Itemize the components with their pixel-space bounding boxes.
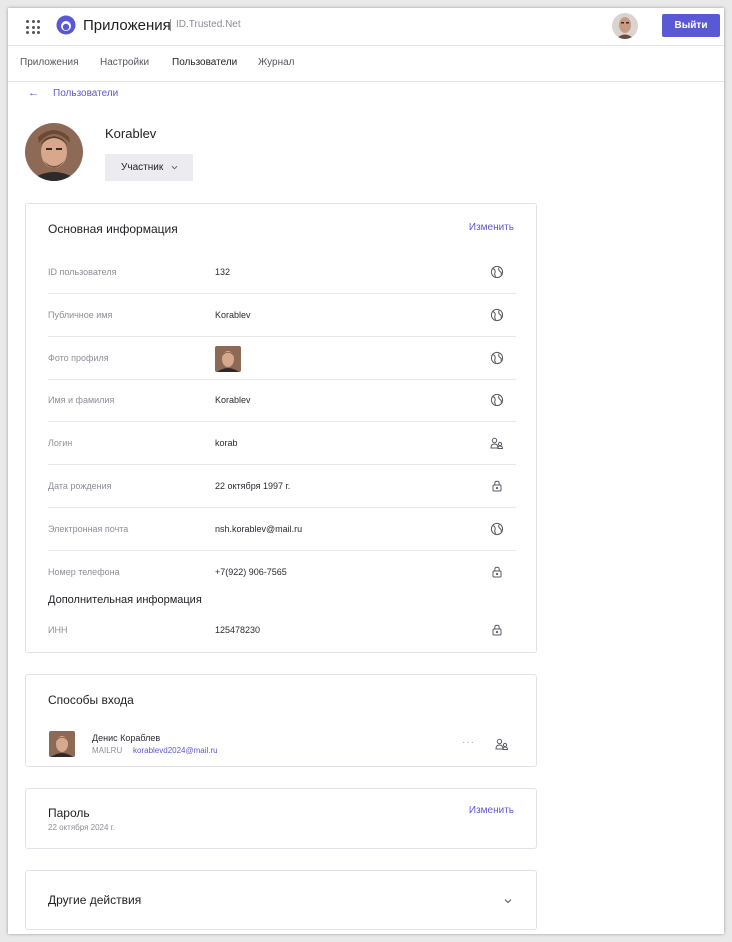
- globe-icon: [490, 393, 504, 407]
- info-row-value: +7(922) 906-7565: [215, 566, 287, 577]
- info-row-value: 125478230: [215, 625, 261, 635]
- tab-applications[interactable]: Приложения: [20, 57, 79, 68]
- info-row-value: Korablev: [215, 395, 251, 406]
- info-row-label: Номер телефона: [48, 566, 120, 577]
- globe-icon: [490, 351, 504, 365]
- info-row-user-id: ID пользователя 132: [48, 252, 516, 294]
- role-select[interactable]: Участник: [105, 154, 193, 181]
- info-row-public-name: Публичное имя Korablev: [48, 295, 516, 337]
- info-row-label: ИНН: [48, 625, 68, 635]
- profile-avatar: [25, 123, 83, 181]
- info-row-value: 22 октября 1997 г.: [215, 481, 291, 491]
- users-icon: [490, 436, 504, 450]
- breadcrumb[interactable]: ← Пользователи: [28, 87, 118, 99]
- info-row-inn: ИНН 125478230: [48, 610, 516, 652]
- info-row-birth-date: Дата рождения 22 октября 1997 г.: [48, 466, 516, 508]
- lock-icon: [490, 479, 504, 493]
- login-avatar: [49, 731, 75, 757]
- additional-info-title: Дополнительная информация: [48, 594, 202, 606]
- tab-settings[interactable]: Настройки: [100, 57, 149, 68]
- globe-icon: [490, 308, 504, 322]
- info-row-label: Имя и фамилия: [48, 395, 115, 406]
- users-icon: [495, 737, 509, 751]
- logo-icon: [56, 15, 76, 35]
- info-row-phone: Номер телефона +7(922) 906-7565: [48, 552, 516, 594]
- basic-info-card: Основная информация Изменить ID пользова…: [25, 203, 537, 653]
- info-row-email: Электронная почта nsh.korablev@mail.ru: [48, 509, 516, 551]
- app-window: Приложения ID.Trusted.Net Выйти Приложен…: [8, 8, 724, 934]
- basic-info-title: Основная информация: [48, 222, 178, 236]
- info-row-value: 132: [215, 267, 231, 277]
- login-provider: MAILRU: [92, 746, 123, 755]
- lock-icon: [490, 623, 504, 637]
- login-name: Денис Кораблев: [92, 733, 161, 743]
- login-methods-card: Способы входа Денис Кораблев MAILRU kora…: [25, 674, 537, 767]
- info-row-label: Публичное имя: [48, 309, 113, 320]
- info-row-label: ID пользователя: [48, 267, 117, 277]
- tab-users[interactable]: Пользователи: [172, 57, 237, 68]
- info-row-label: Электронная почта: [48, 523, 129, 534]
- arrow-left-icon[interactable]: ←: [28, 87, 39, 99]
- other-actions-title: Другие действия: [48, 893, 142, 907]
- info-row-value: Korablev: [215, 309, 251, 320]
- globe-icon: [490, 522, 504, 536]
- nav-tabs: Приложения Настройки Пользователи Журнал: [8, 46, 724, 82]
- chevron-down-icon: [171, 165, 178, 170]
- chevron-down-icon[interactable]: [504, 897, 512, 905]
- edit-basic-info-link[interactable]: Изменить: [469, 222, 514, 233]
- info-row-label: Логин: [48, 438, 73, 449]
- edit-password-link[interactable]: Изменить: [469, 805, 514, 816]
- info-row-label: Фото профиля: [48, 352, 109, 363]
- more-dots-icon[interactable]: ···: [462, 737, 475, 748]
- info-row-value: korab: [215, 438, 238, 449]
- info-row-profile-photo: Фото профиля: [48, 338, 516, 380]
- logout-button[interactable]: Выйти: [662, 14, 720, 37]
- password-title: Пароль: [48, 806, 90, 820]
- top-bar: Приложения ID.Trusted.Net Выйти: [8, 8, 724, 46]
- user-avatar[interactable]: [612, 13, 638, 39]
- login-email: korablevd2024@mail.ru: [133, 746, 218, 755]
- login-methods-title: Способы входа: [48, 693, 134, 707]
- profile-photo-thumbnail: [215, 345, 241, 372]
- breadcrumb-label[interactable]: Пользователи: [53, 88, 118, 99]
- tab-journal[interactable]: Журнал: [258, 57, 295, 68]
- info-row-label: Дата рождения: [48, 481, 112, 491]
- info-row-login: Логин korab: [48, 423, 516, 466]
- password-date: 22 октября 2024 г.: [48, 823, 115, 832]
- role-value: Участник: [121, 162, 164, 173]
- password-card: Пароль 22 октября 2024 г. Изменить: [25, 788, 537, 849]
- brand-name: ID.Trusted.Net: [176, 19, 241, 30]
- app-title: Приложения: [83, 17, 171, 34]
- lock-icon: [490, 565, 504, 579]
- info-row-full-name: Имя и фамилия Korablev: [48, 380, 516, 423]
- apps-grid-icon[interactable]: [26, 20, 40, 34]
- info-row-value: nsh.korablev@mail.ru: [215, 523, 303, 534]
- brand-divider: [170, 19, 171, 31]
- profile-name: Korablev: [105, 126, 157, 141]
- globe-icon: [490, 265, 504, 279]
- other-actions-card[interactable]: Другие действия: [25, 870, 537, 930]
